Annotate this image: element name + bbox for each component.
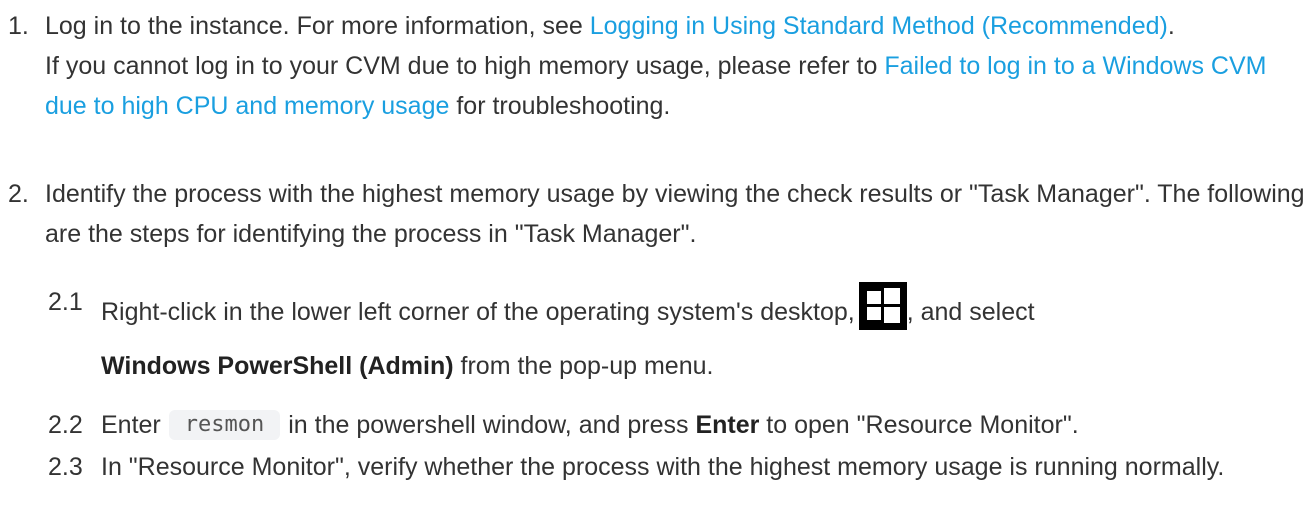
substep-body: Enter resmon in the powershell window, and… — [101, 405, 1311, 445]
step-2: 2. Identify the process with the highest… — [0, 174, 1315, 254]
logging-in-link[interactable]: Logging in Using Standard Method (Recomm… — [590, 12, 1168, 40]
step-1-paragraph: Log in to the instance. For more informa… — [45, 6, 1310, 46]
substep-body: Right-click in the lower left corner of … — [101, 282, 1311, 386]
powershell-admin-label: Windows PowerShell (Admin) — [101, 352, 454, 380]
substep-number: 2.3 — [48, 453, 83, 481]
step-1-note: If you cannot log in to your CVM due to … — [45, 46, 1310, 126]
substep-number: 2.2 — [48, 411, 83, 439]
substep-text: Enter — [101, 411, 161, 439]
substep-text-after: to open "Resource Monitor". — [759, 411, 1079, 439]
substep-text-after: , and select — [906, 298, 1035, 326]
substep-2-2: 2.2 Enter resmon in the powershell window,… — [0, 405, 1315, 445]
substep-2-3: 2.3 In "Resource Monitor", verify whethe… — [0, 447, 1315, 487]
resmon-command: resmon — [168, 410, 281, 440]
step-1: 1. Log in to the instance. For more info… — [0, 6, 1315, 126]
substep-text-middle: in the powershell window, and press — [288, 411, 696, 439]
document: 1. Log in to the instance. For more info… — [0, 0, 1315, 525]
step-body: Log in to the instance. For more informa… — [45, 6, 1310, 126]
substep-2-1-line-2: Windows PowerShell (Admin) from the pop-… — [101, 346, 1311, 386]
substep-2-1-line-1: Right-click in the lower left corner of … — [101, 282, 1311, 332]
step-1-note-text: If you cannot log in to your CVM due to … — [45, 52, 885, 80]
step-number: 1. — [8, 12, 29, 40]
step-1-text: Log in to the instance. For more informa… — [45, 12, 590, 40]
substep-2-3-text: In "Resource Monitor", verify whether th… — [101, 453, 1225, 481]
step-1-text-end: . — [1167, 12, 1175, 40]
substep-number: 2.1 — [48, 288, 83, 316]
substep-text-end: from the pop-up menu. — [453, 352, 714, 380]
step-1-note-end: for troubleshooting. — [449, 92, 671, 120]
step-2-text: Identify the process with the highest me… — [45, 180, 1305, 248]
substep-text: Right-click in the lower left corner of … — [101, 298, 855, 326]
enter-key-label: Enter — [695, 411, 760, 439]
step-number: 2. — [8, 180, 29, 208]
substep-2-1: 2.1 Right-click in the lower left corner… — [0, 282, 1315, 386]
windows-logo-icon — [858, 282, 907, 330]
